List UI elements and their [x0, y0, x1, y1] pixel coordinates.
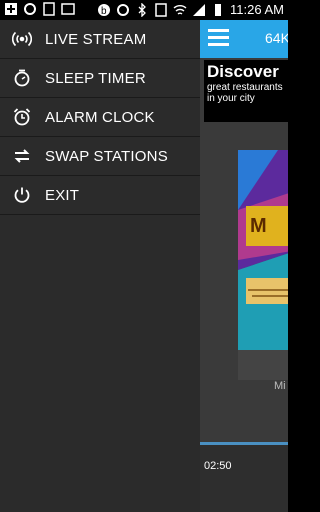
ad-banner[interactable]: Discover great restaurants in your city	[204, 60, 288, 122]
gallery-icon	[61, 3, 75, 15]
status-time: 11:26 AM	[230, 2, 284, 17]
email-icon	[43, 2, 55, 16]
menu-item-exit[interactable]: EXIT	[0, 176, 200, 215]
ad-title: Discover	[207, 62, 279, 81]
add-icon	[5, 3, 17, 15]
bluetooth-icon	[138, 2, 146, 17]
menu-item-live-stream[interactable]: LIVE STREAM	[0, 20, 200, 59]
navigation-drawer: LIVE STREAM SLEEP TIMER ALARM CLOCK SWAP…	[0, 20, 200, 512]
bitrate-label: 64K	[265, 30, 288, 46]
status-bar: b 11:26 AM	[0, 0, 288, 20]
ad-subtitle: great restaurants in your city	[207, 82, 283, 104]
elapsed-time: 02:50	[204, 460, 232, 472]
player-controls-area	[200, 445, 288, 512]
station-artwork: M	[238, 150, 288, 380]
sync-icon	[117, 3, 130, 16]
svg-text:M: M	[250, 215, 267, 237]
beats-icon: b	[98, 3, 111, 17]
menu-item-label: ALARM CLOCK	[45, 108, 155, 126]
menu-item-alarm-clock[interactable]: ALARM CLOCK	[0, 98, 200, 137]
broadcast-icon	[11, 28, 33, 50]
menu-item-label: LIVE STREAM	[45, 30, 147, 48]
progress-bar[interactable]	[200, 442, 288, 445]
svg-text:b: b	[101, 6, 107, 17]
nfc-icon	[155, 2, 167, 17]
menu-icon[interactable]	[208, 29, 229, 47]
app-toolbar: 64K	[200, 20, 288, 58]
power-icon	[11, 184, 33, 206]
menu-item-label: SLEEP TIMER	[45, 69, 146, 87]
signal-icon	[193, 3, 206, 16]
sync-icon	[24, 3, 36, 15]
timer-icon	[11, 67, 33, 89]
station-name: Mi	[274, 380, 286, 392]
main-content: 64K Discover great restaurants in your c…	[200, 20, 288, 512]
alarm-icon	[11, 106, 33, 128]
menu-item-label: SWAP STATIONS	[45, 147, 168, 165]
battery-icon	[215, 3, 222, 16]
menu-item-label: EXIT	[45, 186, 80, 204]
wifi-icon	[173, 4, 187, 15]
menu-item-sleep-timer[interactable]: SLEEP TIMER	[0, 59, 200, 98]
swap-icon	[11, 145, 33, 167]
menu-item-swap-stations[interactable]: SWAP STATIONS	[0, 137, 200, 176]
